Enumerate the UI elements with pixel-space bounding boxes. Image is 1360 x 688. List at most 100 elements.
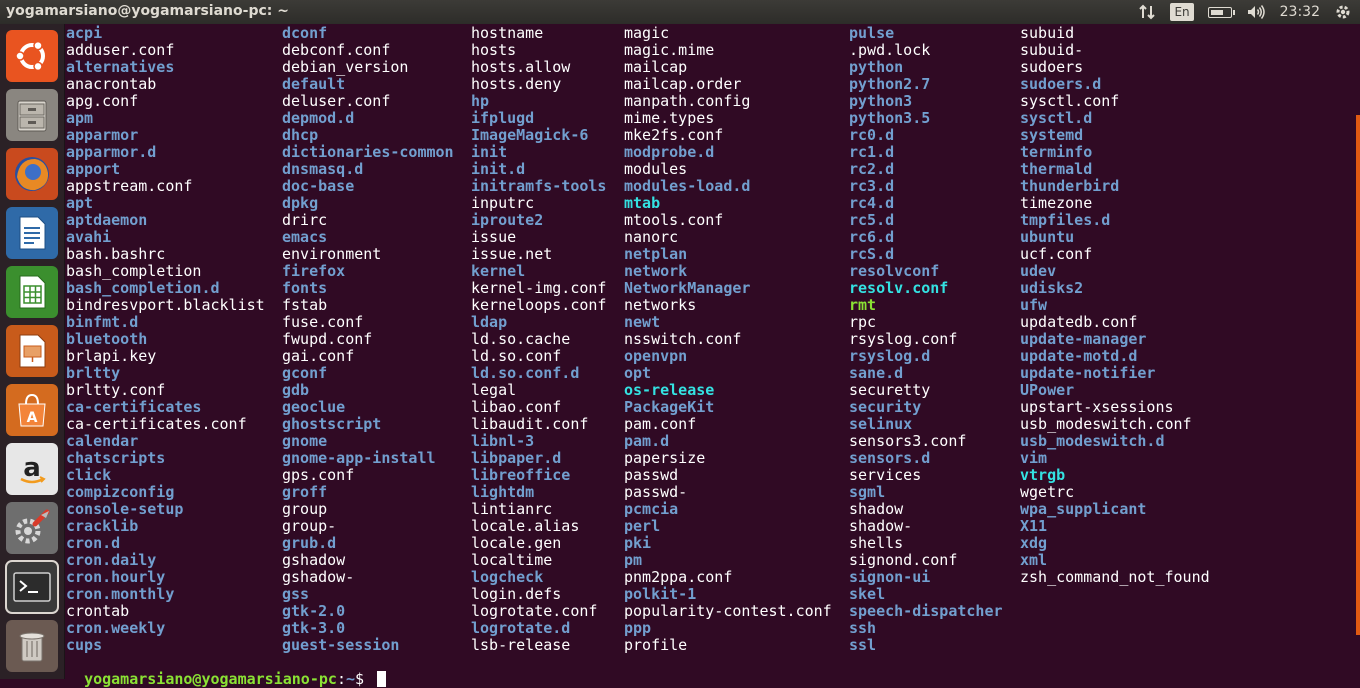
terminal-launcher-button[interactable] <box>5 560 59 614</box>
battery-icon[interactable] <box>1207 6 1235 18</box>
prompt-symbol: $ <box>355 670 374 688</box>
ls-entry: init <box>471 143 508 161</box>
svg-text:A: A <box>27 410 38 426</box>
ls-entry: systemd <box>1020 126 1084 144</box>
ls-entry: binfmt.d <box>66 313 139 331</box>
svg-text:a: a <box>23 453 41 483</box>
ls-entry: libnl-3 <box>471 432 535 450</box>
ls-entry: rcS.d <box>849 245 895 263</box>
ls-entry: kerneloops.conf <box>471 296 607 314</box>
ls-entry: login.defs <box>471 585 562 603</box>
ls-entry: dictionaries-common <box>282 143 454 161</box>
ls-entry: perl <box>624 517 661 535</box>
ls-entry: ld.so.cache <box>471 330 571 348</box>
ls-entry: mke2fs.conf <box>624 126 724 144</box>
ls-entry: security <box>849 398 922 416</box>
ls-entry: alternatives <box>66 58 175 76</box>
ls-entry: grub.d <box>282 534 337 552</box>
ls-entry: passwd <box>624 466 679 484</box>
writer-launcher-button[interactable] <box>6 207 58 259</box>
ls-entry: issue.net <box>471 245 553 263</box>
files-launcher-button[interactable] <box>6 89 58 141</box>
ls-entry: debconf.conf <box>282 41 391 59</box>
ls-entry: gss <box>282 585 310 603</box>
ls-entry: ucf.conf <box>1020 245 1093 263</box>
ls-entry: ubuntu <box>1020 228 1075 246</box>
ls-entry: logcheck <box>471 568 544 586</box>
calc-launcher-button[interactable] <box>6 266 58 318</box>
ls-entry: subuid- <box>1020 41 1084 59</box>
ls-entry: usb_modeswitch.d <box>1020 432 1165 450</box>
text-cursor <box>377 671 387 687</box>
ls-entry: X11 <box>1020 517 1048 535</box>
prompt-separator: : <box>336 670 346 688</box>
ls-entry: manpath.config <box>624 92 751 110</box>
ls-entry: gai.conf <box>282 347 355 365</box>
ls-entry: xml <box>1020 551 1048 569</box>
ls-entry: environment <box>282 245 382 263</box>
ls-entry: kernel <box>471 262 526 280</box>
ls-entry: services <box>849 466 922 484</box>
ls-entry: NetworkManager <box>624 279 751 297</box>
ls-entry: python2.7 <box>849 75 931 93</box>
ls-entry: modules <box>624 160 688 178</box>
ls-entry: usb_modeswitch.conf <box>1020 415 1192 433</box>
ls-entry: fonts <box>282 279 328 297</box>
ls-entry: tmpfiles.d <box>1020 211 1111 229</box>
ls-entry: python3 <box>849 92 913 110</box>
ls-entry: mailcap <box>624 58 688 76</box>
ls-entry: netplan <box>624 245 688 263</box>
ls-entry: group- <box>282 517 337 535</box>
ls-entry: dnsmasq.d <box>282 160 364 178</box>
ls-entry: openvpn <box>624 347 688 365</box>
ls-entry: opt <box>624 364 652 382</box>
ls-entry: modules-load.d <box>624 177 751 195</box>
top-panel: yogamarsiano@yogamarsiano-pc: ~ En 23:32 <box>0 0 1360 24</box>
amazon-launcher-button[interactable]: a <box>6 443 58 495</box>
ls-entry: vim <box>1020 449 1048 467</box>
ls-entry: aptdaemon <box>66 211 148 229</box>
terminal-output[interactable]: acpi adduser.conf alternatives anacrontab ap… <box>66 25 1356 679</box>
ls-entry: sudoers <box>1020 58 1084 76</box>
ls-entry: hosts.allow <box>471 58 571 76</box>
ls-entry: adduser.conf <box>66 41 175 59</box>
ls-entry: pnm2ppa.conf <box>624 568 733 586</box>
ls-entry: mailcap.order <box>624 75 742 93</box>
clock[interactable]: 23:32 <box>1280 4 1320 20</box>
firefox-launcher-button[interactable] <box>6 148 58 200</box>
ls-entry: lightdm <box>471 483 535 501</box>
shell-prompt[interactable]: yogamarsiano@yogamarsiano-pc:~$ <box>66 654 387 688</box>
ls-entry: rsyslog.d <box>849 347 931 365</box>
ls-entry: locale.gen <box>471 534 562 552</box>
ls-entry: hosts.deny <box>471 75 562 93</box>
ls-entry: sensors.d <box>849 449 931 467</box>
software-center-launcher-button[interactable]: A <box>6 384 58 436</box>
ls-entry: gnome <box>282 432 328 450</box>
ls-entry: depmod.d <box>282 109 355 127</box>
ls-entry: dpkg <box>282 194 319 212</box>
ls-entry: passwd- <box>624 483 688 501</box>
network-updown-icon[interactable] <box>1138 4 1156 20</box>
ls-entry: anacrontab <box>66 75 157 93</box>
settings-gear-icon[interactable] <box>1334 3 1352 21</box>
terminal-scrollbar[interactable] <box>1356 115 1360 635</box>
ls-entry: apparmor.d <box>66 143 157 161</box>
ls-entry: legal <box>471 381 517 399</box>
ls-entry: networks <box>624 296 697 314</box>
keyboard-layout-indicator[interactable]: En <box>1170 3 1194 21</box>
ls-entry: fwupd.conf <box>282 330 373 348</box>
volume-icon[interactable] <box>1246 4 1266 20</box>
ls-entry: apt <box>66 194 94 212</box>
ls-entry: ca-certificates.conf <box>66 415 247 433</box>
prompt-path: ~ <box>345 670 355 688</box>
ls-entry: avahi <box>66 228 112 246</box>
ls-entry: cron.monthly <box>66 585 175 603</box>
ls-entry: pam.conf <box>624 415 697 433</box>
ls-entry: udisks2 <box>1020 279 1084 297</box>
system-settings-launcher-button[interactable] <box>6 502 58 554</box>
ls-entry: drirc <box>282 211 328 229</box>
trash-launcher-button[interactable] <box>6 620 58 672</box>
ls-entry: rc0.d <box>849 126 895 144</box>
impress-launcher-button[interactable] <box>6 325 58 377</box>
ubuntu-dash-button[interactable] <box>6 30 58 82</box>
